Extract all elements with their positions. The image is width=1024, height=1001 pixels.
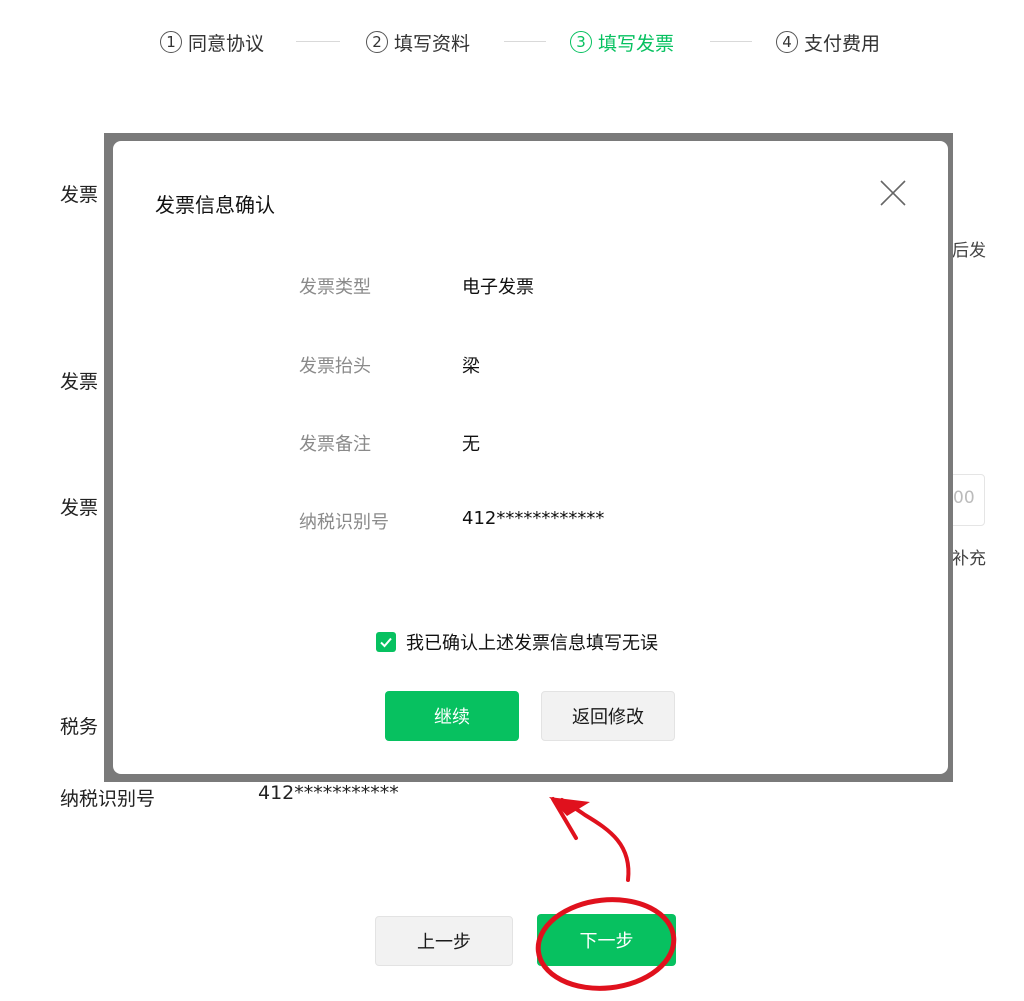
progress-stepper: 1 同意协议 2 填写资料 3 填写发票 4 支付费用	[0, 26, 1024, 58]
info-value: 412************	[462, 508, 605, 529]
step-2-label: 填写资料	[394, 32, 471, 55]
invoice-note-label: 发票	[60, 497, 99, 519]
info-row-taxid: 纳税识别号 412************	[113, 508, 948, 538]
info-value: 电子发票	[462, 277, 534, 298]
info-value: 梁	[462, 356, 480, 377]
info-row-type: 发票类型 电子发票	[113, 273, 948, 303]
dialog-title: 发票信息确认	[155, 193, 275, 217]
step-divider	[296, 41, 340, 42]
info-row-note: 发票备注 无	[113, 430, 948, 460]
info-row-title: 发票抬头 梁	[113, 352, 948, 382]
annotation-arrowhead	[549, 797, 590, 816]
step-1-number: 1	[160, 31, 182, 53]
step-4-number: 4	[776, 31, 798, 53]
right-hint-fragment-2: 补充	[952, 549, 986, 569]
continue-button[interactable]: 继续	[385, 691, 519, 741]
annotation-arrow	[560, 798, 631, 882]
step-1: 1 同意协议	[160, 26, 264, 58]
back-edit-button[interactable]: 返回修改	[541, 691, 675, 741]
note-input-fragment: 00	[953, 488, 975, 508]
confirm-checkbox-row[interactable]: 我已确认上述发票信息填写无误	[376, 630, 658, 654]
info-label: 发票类型	[299, 277, 371, 298]
step-1-label: 同意协议	[188, 32, 265, 55]
step-4-label: 支付费用	[804, 32, 881, 55]
step-3-label: 填写发票	[598, 32, 675, 55]
confirm-checkbox-label: 我已确认上述发票信息填写无误	[406, 633, 658, 654]
right-hint-fragment: 后发	[952, 241, 986, 261]
step-3-number: 3	[570, 31, 592, 53]
info-label: 纳税识别号	[299, 512, 389, 533]
tax-section-label: 税务	[60, 716, 99, 738]
taxid-value: 412***********	[258, 782, 399, 804]
info-label: 发票抬头	[299, 356, 371, 377]
confirm-checkbox[interactable]	[376, 632, 396, 652]
next-step-button[interactable]: 下一步	[537, 914, 676, 966]
invoice-confirm-dialog: 发票信息确认 发票类型 电子发票 发票抬头 梁 发票备注 无 纳税识别号 412…	[113, 141, 948, 774]
step-divider	[504, 41, 546, 42]
taxid-label: 纳税识别号	[60, 788, 156, 810]
step-4: 4 支付费用	[776, 26, 880, 58]
invoice-title-label: 发票	[60, 371, 99, 393]
step-2-number: 2	[366, 31, 388, 53]
info-label: 发票备注	[299, 434, 371, 455]
invoice-type-label: 发票	[60, 184, 99, 206]
check-icon	[380, 637, 392, 648]
prev-step-button[interactable]: 上一步	[375, 916, 513, 966]
step-divider	[710, 41, 752, 42]
info-value: 无	[462, 434, 480, 455]
step-3-active: 3 填写发票	[570, 26, 674, 58]
step-2: 2 填写资料	[366, 26, 470, 58]
close-icon[interactable]	[878, 178, 908, 208]
